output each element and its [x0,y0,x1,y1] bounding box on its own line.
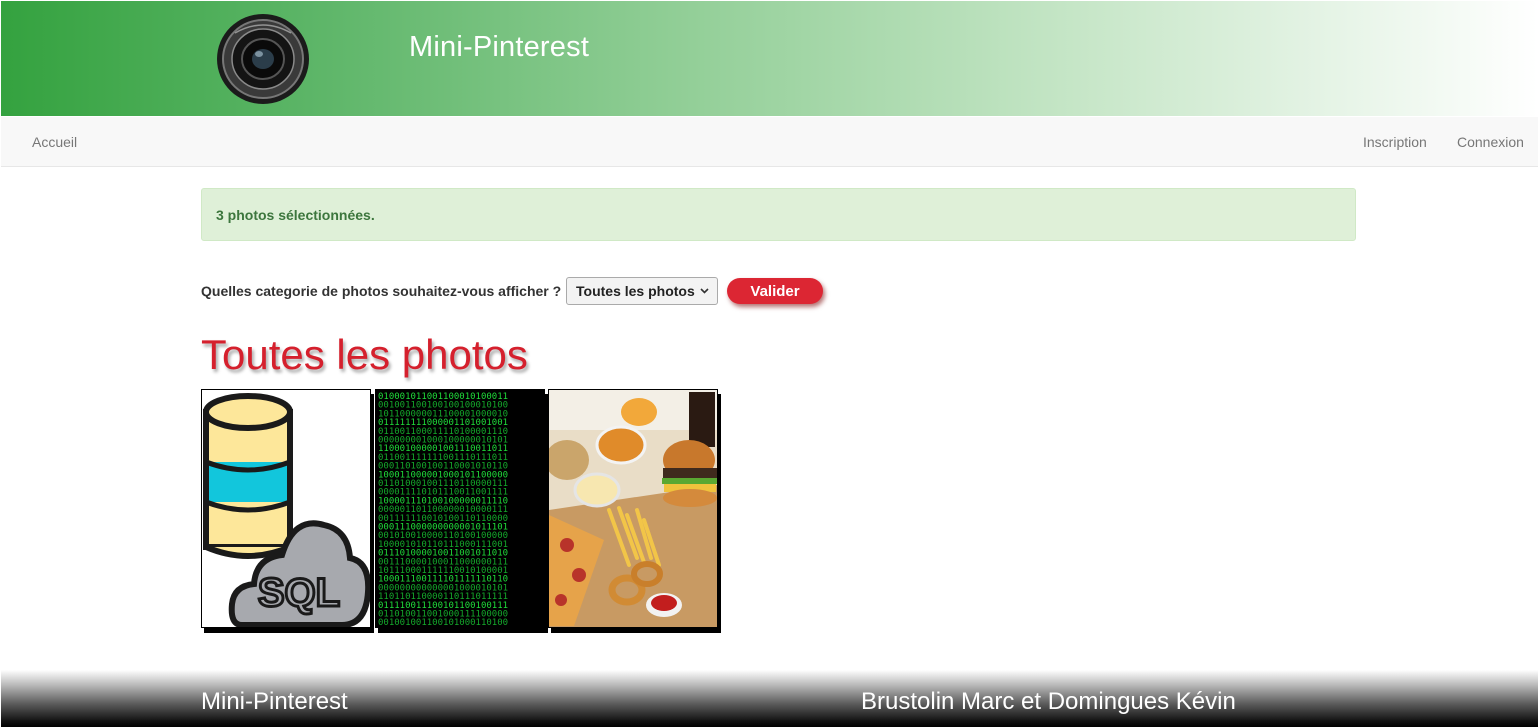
sql-label: SQL [258,571,340,615]
chevron-down-icon [700,288,709,294]
page-footer: Mini-Pinterest Brustolin Marc et Domingu… [1,670,1538,727]
gallery-heading: Toutes les photos [201,331,528,378]
fast-food-image [549,390,717,627]
category-filter-label: Quelles categorie de photos souhaitez-vo… [201,283,562,299]
nav-home-link[interactable]: Accueil [32,134,77,150]
camera-lens-icon [217,14,309,104]
photo-sql-database[interactable]: SQL [201,389,371,628]
site-title: Mini-Pinterest [409,31,590,63]
alert-message: 3 photos sélectionnées. [216,207,375,223]
header-banner: Mini-Pinterest [1,1,1538,116]
top-navbar: Accueil Inscription Connexion [1,117,1538,167]
sql-database-cloud-icon: SQL [202,390,370,627]
nav-login-link[interactable]: Connexion [1457,134,1524,150]
nav-register-link[interactable]: Inscription [1363,134,1427,150]
category-select[interactable]: Toutes les photos [566,277,718,305]
binary-code-image: 0100010110011000101000110010011001001001… [376,390,544,627]
binary-texture-row: 001001001100101000110100 [378,618,508,627]
footer-site-name: Mini-Pinterest [201,688,348,715]
selection-alert: 3 photos sélectionnées. [201,188,1356,241]
photo-binary-code[interactable]: 010001011001100010100011 0010011001001001… [375,389,545,628]
validate-button[interactable]: Valider [727,278,823,304]
photo-fast-food[interactable] [548,389,718,628]
footer-authors: Brustolin Marc et Domingues Kévin [861,688,1236,715]
category-select-value: Toutes les photos [576,283,695,299]
